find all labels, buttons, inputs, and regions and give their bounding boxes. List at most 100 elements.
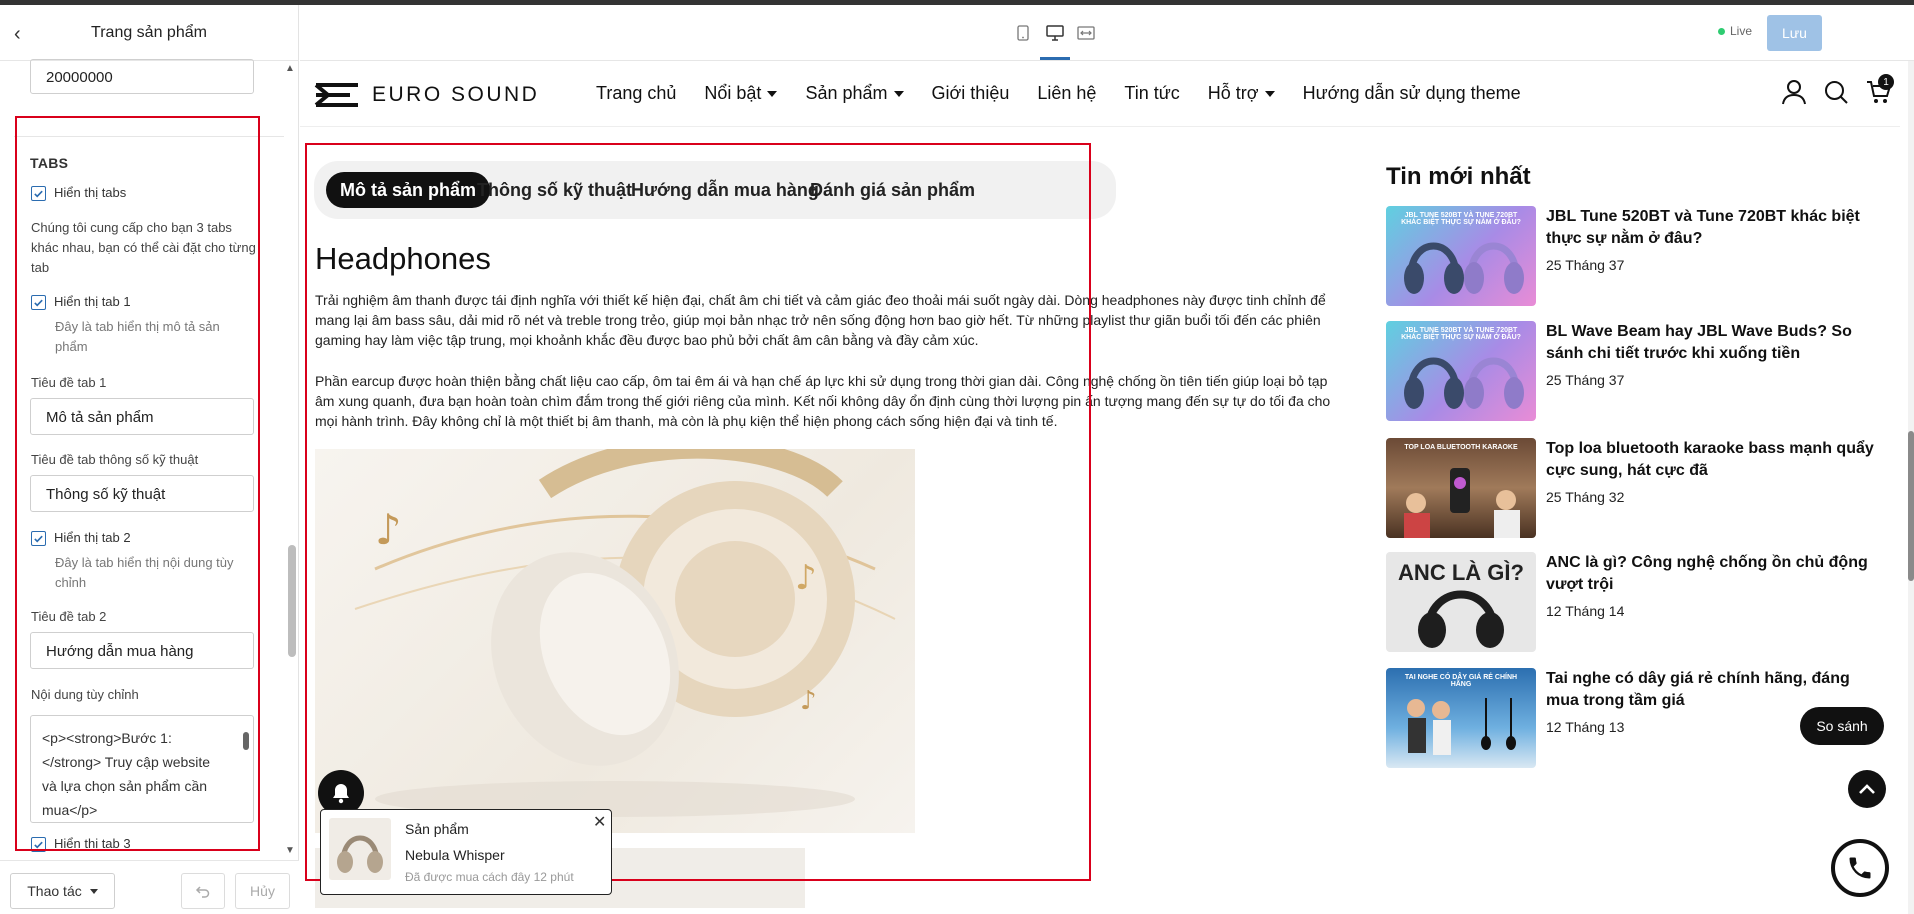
save-button[interactable]: Lưu [1767, 15, 1822, 51]
menu-item-2[interactable]: Sản phẩm [805, 83, 904, 104]
actions-dropdown-button[interactable]: Thao tác [10, 873, 115, 909]
settings-panel: ‹ Trang sản phẩm 20000000 ▲ ▼ TABS Hiển … [0, 5, 299, 914]
menu-item-0[interactable]: Trang chủ [596, 83, 676, 104]
site-header: EURO SOUND Trang chủ Nổi bật Sản phẩm Giới … [300, 61, 1900, 127]
custom-content-textarea[interactable]: <p><strong>Bước 1:</strong> Truy cập web… [30, 715, 254, 823]
user-icon[interactable] [1782, 79, 1806, 105]
section-divider [14, 136, 284, 137]
show-tab2-checkbox[interactable]: Hiển thị tab 2 [31, 530, 131, 546]
menu-item-4[interactable]: Liên hệ [1037, 83, 1096, 104]
news-headline[interactable]: Top loa bluetooth karaoke bass mạnh quẩy… [1546, 438, 1886, 482]
checkbox-checked-icon [31, 295, 46, 310]
popup-line-product: Sản phẩm [405, 821, 469, 837]
panel-scroll-up-icon[interactable]: ▲ [285, 63, 295, 74]
menu-item-6[interactable]: Hỗ trợ [1208, 83, 1275, 104]
spec-title-label: Tiêu đề tab thông số kỹ thuật [31, 452, 199, 467]
recent-purchase-popup[interactable]: Sản phẩm Nebula Whisper Đã được mua cách… [320, 809, 612, 895]
product-tabs: Mô tả sản phẩm Thông số kỹ thuật Hướng d… [314, 161, 1116, 219]
main-menu: Trang chủ Nổi bật Sản phẩm Giới thiệu Liên h… [596, 83, 1521, 104]
news-thumbnail[interactable]: JBL TUNE 520BT VÀ TUNE 720BT KHÁC BIỆT T… [1386, 321, 1536, 421]
device-desktop-icon[interactable] [1045, 23, 1065, 43]
show-tab1-label: Hiển thị tab 1 [54, 294, 131, 309]
device-fullwidth-icon[interactable] [1076, 23, 1096, 43]
product-paragraph-1: Trải nghiệm âm thanh được tái định nghĩa… [315, 292, 1326, 348]
news-thumbnail[interactable]: ANC LÀ GÌ? [1386, 552, 1536, 652]
news-item[interactable]: JBL TUNE 520BT VÀ TUNE 720BT KHÁC BIỆT T… [1386, 321, 1886, 421]
preview-scrollbar[interactable] [1908, 61, 1914, 914]
news-headline[interactable]: Tai nghe có dây giá rẻ chính hãng, đáng … [1546, 668, 1886, 712]
news-date: 25 Tháng 32 [1546, 489, 1625, 505]
tab1-title-input[interactable]: Mô tả sản phẩm [30, 398, 254, 435]
product-image-headphones: ♪ ♪ ♪ [315, 449, 915, 833]
menu-item-5[interactable]: Tin tức [1124, 83, 1179, 104]
show-tab1-checkbox[interactable]: Hiển thị tab 1 [31, 294, 131, 310]
news-thumbnail[interactable]: JBL TUNE 520BT VÀ TUNE 720BT KHÁC BIỆT T… [1386, 206, 1536, 306]
tab2-title-label: Tiêu đề tab 2 [31, 609, 107, 624]
menu-item-label: Tin tức [1124, 83, 1180, 103]
menu-item-label: Sản phẩm [805, 83, 888, 103]
menu-item-7[interactable]: Hướng dẫn sử dụng theme [1303, 83, 1521, 104]
news-headline[interactable]: JBL Tune 520BT và Tune 720BT khác biệt t… [1546, 206, 1886, 250]
news-headline[interactable]: ANC là gì? Công nghệ chống ồn chủ động v… [1546, 552, 1886, 596]
back-to-top-button[interactable] [1848, 770, 1886, 808]
compare-button[interactable]: So sánh [1800, 707, 1884, 745]
menu-item-label: Liên hệ [1037, 83, 1097, 103]
actions-label: Thao tác [27, 883, 82, 899]
news-thumbnail[interactable]: TAI NGHE CÓ DÂY GIÁ RẺ CHÍNH HÃNG [1386, 668, 1536, 768]
product-content-heading: Headphones [315, 241, 491, 276]
panel-title: Trang sản phẩm [91, 23, 207, 41]
thumb-caption: JBL TUNE 520BT VÀ TUNE 720BT KHÁC BIỆT T… [1401, 327, 1521, 341]
tabs-section-heading: TABS [30, 155, 69, 171]
menu-item-label: Hỗ trợ [1207, 83, 1259, 103]
menu-item-1[interactable]: Nổi bật [704, 83, 778, 104]
call-button[interactable] [1831, 839, 1889, 897]
news-thumbnail[interactable]: TOP LOA BLUETOOTH KARAOKE [1386, 438, 1536, 538]
textarea-scrollbar[interactable] [241, 718, 251, 818]
undo-button[interactable] [181, 873, 225, 909]
menu-item-label: Hướng dẫn sử dụng theme [1302, 83, 1521, 103]
tabs-description: Chúng tôi cung cấp cho bạn 3 tabs khác n… [31, 220, 256, 275]
popup-product-thumbnail [329, 818, 391, 880]
search-icon[interactable] [1824, 80, 1848, 104]
cancel-button[interactable]: Hủy [235, 873, 290, 909]
news-date: 25 Tháng 37 [1546, 257, 1625, 273]
close-icon[interactable]: ✕ [593, 812, 606, 832]
site-preview: EURO SOUND Trang chủ Nổi bật Sản phẩm Giới … [300, 61, 1914, 914]
panel-scrollbar-thumb[interactable] [288, 545, 296, 657]
header-icons [1782, 79, 1892, 105]
checkbox-checked-icon [31, 531, 46, 546]
tab1-hint: Đây là tab hiển thị mô tả sản phẩm [55, 319, 220, 354]
news-item[interactable]: TOP LOA BLUETOOTH KARAOKE Top loa blueto… [1386, 438, 1886, 538]
panel-scroll-down-icon[interactable]: ▼ [285, 845, 295, 856]
device-mobile-icon[interactable] [1013, 23, 1033, 43]
product-paragraph-2: Phần earcup được hoàn thiện bằng chất li… [315, 373, 1331, 429]
thumb-caption: JBL TUNE 520BT VÀ TUNE 720BT KHÁC BIỆT T… [1401, 212, 1521, 226]
price-input[interactable]: 20000000 [30, 59, 254, 94]
svg-text:♪: ♪ [795, 558, 817, 598]
show-tabs-checkbox[interactable]: Hiển thị tabs [31, 185, 126, 201]
panel-header: ‹ Trang sản phẩm [0, 5, 298, 61]
news-headline[interactable]: BL Wave Beam hay JBL Wave Buds? So sánh … [1546, 321, 1886, 365]
logo-text: EURO SOUND [372, 83, 540, 106]
news-item[interactable]: ANC LÀ GÌ? ANC là gì? Công nghệ chống ồn… [1386, 552, 1886, 652]
undo-icon [195, 886, 210, 898]
caret-down-icon [1264, 90, 1275, 97]
tab-product-reviews[interactable]: Đánh giá sản phẩm [796, 172, 989, 208]
caret-down-icon [893, 90, 904, 97]
spec-title-input[interactable]: Thông số kỹ thuật [30, 475, 254, 512]
phone-icon [1849, 857, 1871, 879]
caret-down-icon [89, 888, 98, 894]
live-dot-icon [1718, 27, 1725, 35]
custom-content-label: Nội dung tùy chỉnh [31, 687, 139, 702]
news-item[interactable]: JBL TUNE 520BT VÀ TUNE 720BT KHÁC BIỆT T… [1386, 206, 1886, 306]
tab2-title-input[interactable]: Hướng dẫn mua hàng [30, 632, 254, 669]
news-date: 12 Tháng 13 [1546, 719, 1625, 735]
live-label: Live [1730, 24, 1753, 38]
show-tab3-checkbox[interactable]: Hiển thị tab 3 [31, 836, 131, 852]
tab2-hint: Đây là tab hiển thị nội dung tùy chỉnh [55, 555, 234, 590]
back-chevron-icon[interactable]: ‹ [14, 23, 21, 46]
menu-item-3[interactable]: Giới thiệu [932, 83, 1010, 104]
device-active-indicator [1040, 57, 1070, 60]
site-logo[interactable]: EURO SOUND [314, 81, 539, 109]
chevron-up-icon [1859, 784, 1875, 794]
